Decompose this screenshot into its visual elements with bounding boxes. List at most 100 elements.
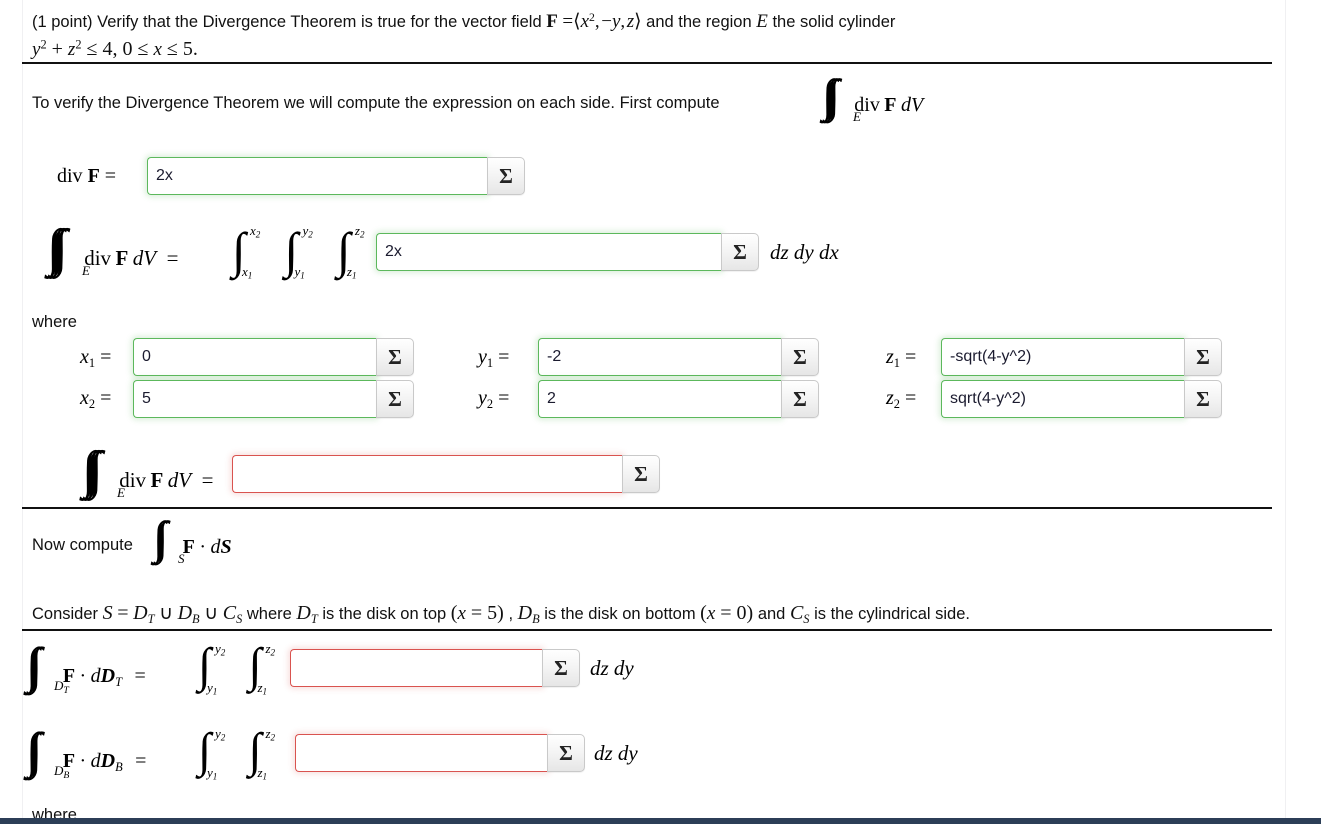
divider-1	[22, 62, 1272, 64]
x1-input[interactable]	[133, 338, 376, 376]
DT-z-upper-limit: z2	[265, 641, 276, 658]
z1-sigma-button[interactable]: Σ	[1184, 338, 1222, 376]
triple-integral-answer-group[interactable]: Σ	[376, 233, 759, 271]
DB-z-upper-limit: z2	[265, 726, 276, 743]
y2-equals: =	[498, 387, 510, 409]
divF-F: F	[87, 165, 100, 187]
DB-differentials: dz dy	[594, 741, 638, 765]
y-upper-limit: y2	[302, 223, 313, 240]
DT-y-upper-limit: y2	[215, 641, 226, 658]
triple-result-input[interactable]	[232, 455, 622, 493]
dV-symbol-2: dV	[132, 246, 157, 270]
dot-operator-DT: ·	[79, 665, 87, 687]
integral-subscript-E-3: E	[117, 485, 125, 500]
DT-row-lhs: ∫∫ DT F · dDT =	[26, 637, 146, 696]
divF-label: div F =	[57, 165, 116, 188]
triple-integral-row-lhs: ∫∫∫ E div F dV =	[47, 223, 178, 278]
y1-symbol: y1	[478, 346, 494, 370]
DT-answer-group[interactable]: Σ	[290, 649, 580, 687]
y1-sigma-button[interactable]: Σ	[781, 338, 819, 376]
consider-bottom-condition: (x = 0)	[700, 602, 754, 624]
z1-label: z1 =	[886, 346, 916, 371]
consider-CS: CS	[222, 602, 243, 626]
x2-sigma-button[interactable]: Σ	[376, 380, 414, 418]
y1-label: y1 =	[478, 346, 509, 371]
points-label: (1 point)	[32, 13, 93, 32]
dS-symbol: dS	[210, 536, 232, 558]
z1-answer-group[interactable]: Σ	[941, 338, 1222, 376]
DT-sigma-button[interactable]: Σ	[542, 649, 580, 687]
consider-DB-2: DB	[517, 602, 540, 626]
z2-answer-group[interactable]: Σ	[941, 380, 1222, 418]
integral-limit-y: ∫ y2 y1	[284, 222, 313, 281]
x2-answer-group[interactable]: Σ	[133, 380, 414, 418]
y2-sigma-button[interactable]: Σ	[781, 380, 819, 418]
triple-integral-input[interactable]	[376, 233, 721, 271]
DB-integral-limits: ∫ y2 y1 ∫ z2 z1	[198, 724, 294, 786]
x-lower-limit: x1	[242, 264, 253, 281]
DT-input[interactable]	[290, 649, 542, 687]
triple-integral-sigma-button[interactable]: Σ	[721, 233, 759, 271]
page-gutter-right	[1285, 0, 1286, 818]
DB-row-lhs: ∫∫ DB F · dDB =	[26, 722, 147, 781]
x2-input[interactable]	[133, 380, 376, 418]
triple-result-equals: =	[201, 468, 214, 492]
DB-y-lower-limit: y1	[207, 765, 218, 782]
z-upper-limit: z2	[354, 223, 365, 240]
y1-equals: =	[498, 346, 510, 368]
DB-input[interactable]	[295, 734, 547, 772]
x2-symbol: x2	[80, 387, 96, 411]
F-symbol: F	[884, 94, 897, 116]
divF-sigma-button[interactable]: Σ	[487, 157, 525, 195]
y1-answer-group[interactable]: Σ	[538, 338, 819, 376]
y2-answer-group[interactable]: Σ	[538, 380, 819, 418]
statement-text-1: Verify that the Divergence Theorem is tr…	[97, 13, 542, 32]
intro-text: To verify the Divergence Theorem we will…	[32, 94, 720, 112]
DB-equals: =	[135, 750, 147, 772]
divider-3	[22, 629, 1272, 631]
DT-differentials: dz dy	[590, 656, 634, 680]
y2-input[interactable]	[538, 380, 781, 418]
intro-line: To verify the Divergence Theorem we will…	[32, 88, 720, 118]
triple-integral-glyph-3: ∫∫∫ E	[82, 442, 125, 500]
integral-subscript-E: E	[853, 109, 861, 124]
z2-label: z2 =	[886, 387, 916, 412]
z2-input[interactable]	[941, 380, 1184, 418]
DT-integral-limits: ∫ y2 y1 ∫ z2 z1	[198, 639, 294, 701]
x1-sigma-button[interactable]: Σ	[376, 338, 414, 376]
double-integral-glyph-DB: ∫∫ DB	[26, 722, 70, 781]
where-label-1: where	[32, 313, 77, 331]
dDB-symbol: dDB	[90, 750, 123, 774]
z2-sigma-button[interactable]: Σ	[1184, 380, 1222, 418]
x2-label: x2 =	[80, 387, 111, 412]
x1-answer-group[interactable]: Σ	[133, 338, 414, 376]
DB-integral-limit-z: ∫ z2 z1	[248, 724, 276, 782]
z1-input[interactable]	[941, 338, 1184, 376]
dV-symbol: dV	[900, 94, 924, 116]
vector-field-value: ⟨x2, −y, z⟩	[573, 11, 642, 33]
consider-comma: ,	[508, 605, 514, 623]
DT-z-lower-limit: z1	[257, 680, 268, 697]
DB-answer-group[interactable]: Σ	[295, 734, 585, 772]
triple-integral-limits: ∫ x2 x1 ∫ y2 y1 ∫ z2 z1	[232, 222, 385, 286]
divF-answer-group[interactable]: Σ	[147, 157, 525, 195]
x-upper-limit: x2	[250, 223, 261, 240]
triple-integral-glyph: ∫∫∫ E	[822, 70, 861, 124]
consider-S: S	[102, 602, 113, 624]
consider-DT-2: DT	[296, 602, 318, 626]
statement-text-2: and the region	[646, 13, 752, 32]
DB-integral-limit-y: ∫ y2 y1	[198, 724, 226, 782]
z1-symbol: z1	[886, 346, 900, 370]
x2-equals: =	[100, 387, 112, 409]
consider-equals: =	[117, 602, 129, 624]
integral-subscript-E-2: E	[82, 263, 90, 278]
triple-result-answer-group[interactable]: Σ	[232, 455, 660, 493]
consider-cup-1: ∪	[159, 603, 173, 624]
double-integral-glyph-DT: ∫∫ DT	[26, 637, 69, 696]
divF-input[interactable]	[147, 157, 487, 195]
triple-result-sigma-button[interactable]: Σ	[622, 455, 660, 493]
y1-input[interactable]	[538, 338, 781, 376]
DT-integral-limit-z: ∫ z2 z1	[248, 639, 276, 697]
vector-field-symbol: F	[546, 11, 558, 33]
DB-sigma-button[interactable]: Σ	[547, 734, 585, 772]
